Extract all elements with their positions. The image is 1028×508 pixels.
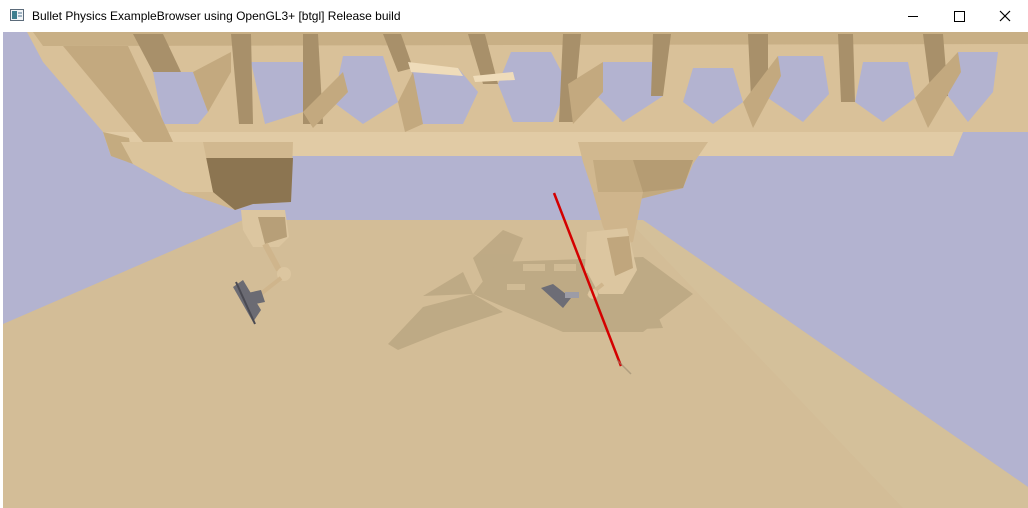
app-window: Bullet Physics ExampleBrowser using Open… bbox=[0, 0, 1028, 508]
physics-scene bbox=[3, 32, 1028, 508]
close-button[interactable] bbox=[982, 0, 1028, 32]
minimize-button[interactable] bbox=[890, 0, 936, 32]
maximize-button[interactable] bbox=[936, 0, 982, 32]
app-icon bbox=[10, 9, 24, 21]
minimize-icon bbox=[908, 15, 918, 17]
close-icon bbox=[999, 10, 1011, 22]
maximize-icon bbox=[953, 10, 965, 22]
title-bar[interactable]: Bullet Physics ExampleBrowser using Open… bbox=[0, 0, 1028, 32]
window-title: Bullet Physics ExampleBrowser using Open… bbox=[32, 9, 401, 23]
opengl-viewport[interactable] bbox=[3, 32, 1028, 508]
